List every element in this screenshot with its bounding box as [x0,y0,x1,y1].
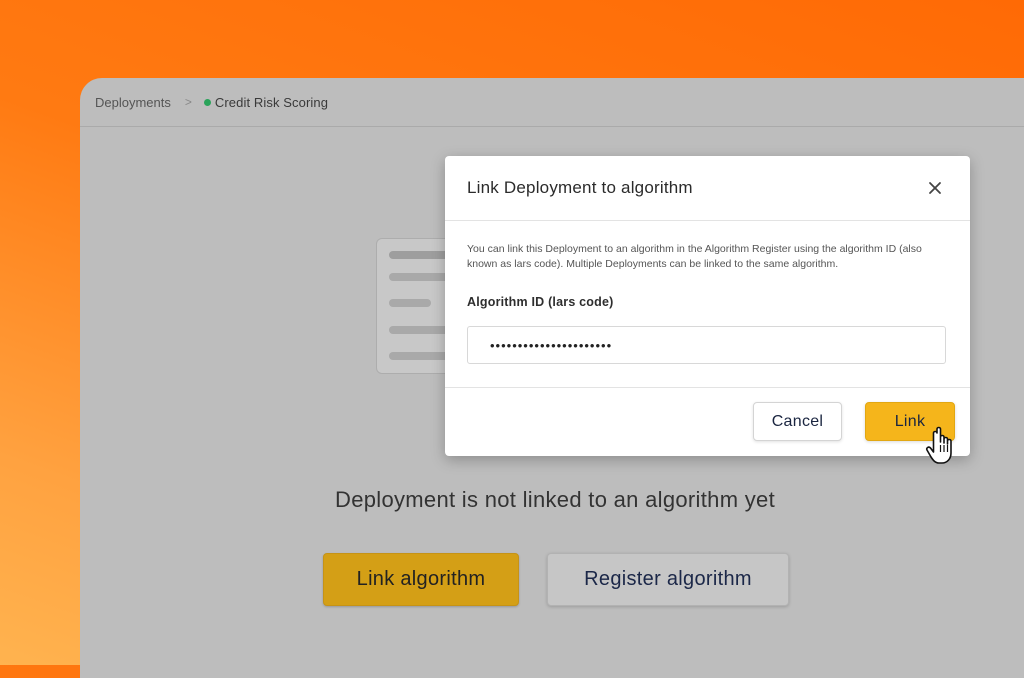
modal-footer: Cancel Link [445,387,970,457]
modal-header: Link Deployment to algorithm [445,156,970,221]
close-icon[interactable] [925,178,945,198]
breadcrumb-current: Credit Risk Scoring [214,94,329,110]
algorithm-id-input[interactable] [467,326,946,364]
pointer-hand-icon [925,425,965,469]
illustration-line [389,299,431,307]
breadcrumb-deployments[interactable]: Deployments [95,95,171,110]
status-dot-icon [203,98,211,106]
register-algorithm-button[interactable]: Register algorithm [547,553,789,606]
link-deployment-modal: Link Deployment to algorithm You can lin… [445,156,970,456]
breadcrumb: Deployments > Credit Risk Scoring [80,78,1024,127]
cancel-button[interactable]: Cancel [753,402,842,441]
modal-description: You can link this Deployment to an algor… [467,243,922,270]
chevron-right-icon: > [184,95,192,109]
link-algorithm-button[interactable]: Link algorithm [323,553,519,606]
algorithm-id-label: Algorithm ID (lars code) [467,295,614,309]
modal-title: Link Deployment to algorithm [467,178,693,197]
empty-state-message: Deployment is not linked to an algorithm… [335,487,775,512]
